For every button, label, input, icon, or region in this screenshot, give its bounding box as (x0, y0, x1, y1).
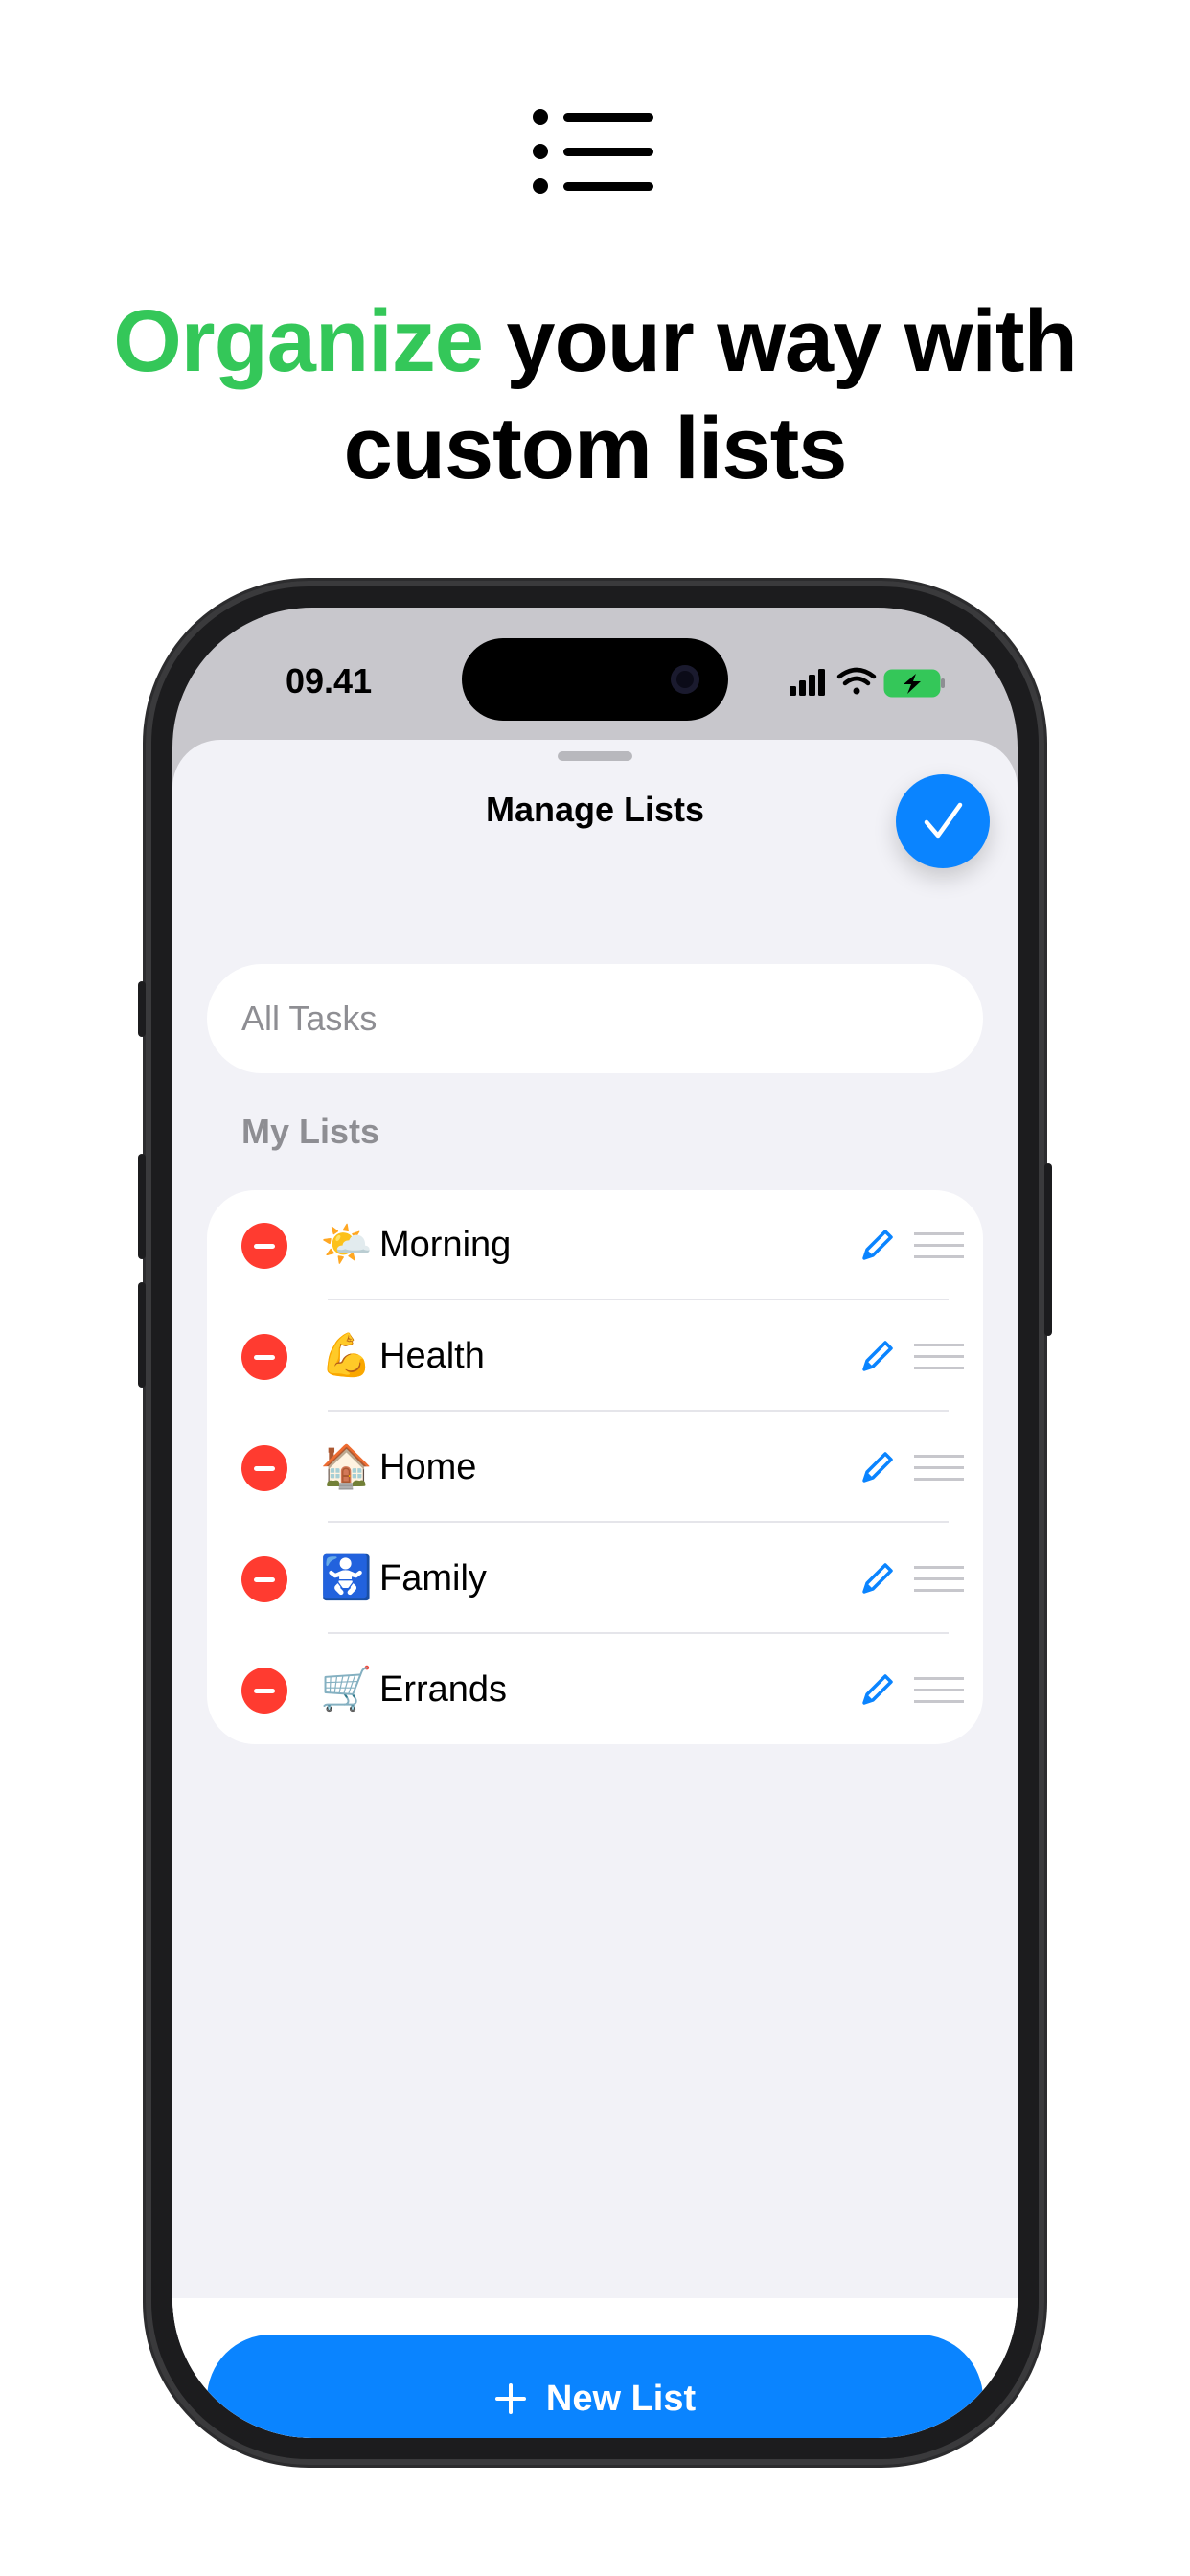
cellular-signal-icon (790, 669, 825, 696)
all-tasks-row[interactable]: All Tasks (207, 964, 983, 1073)
list-name: Health (379, 1336, 485, 1376)
dynamic-island (462, 638, 728, 721)
list-name: Errands (379, 1669, 508, 1710)
list-emoji: 🏠 (320, 1443, 373, 1490)
minus-icon (254, 1243, 275, 1249)
headline-line1: your way with (482, 292, 1077, 390)
minus-icon (254, 1688, 275, 1693)
pencil-icon[interactable] (858, 1226, 897, 1264)
drag-handle-icon[interactable] (914, 1677, 964, 1704)
delete-button[interactable] (241, 1556, 287, 1602)
done-button[interactable] (896, 774, 990, 868)
list-emoji: 🌤️ (320, 1221, 373, 1268)
delete-button[interactable] (241, 1445, 287, 1491)
phone-frame: 09.41 Manage Lists All Tasks My Lists 🌤️… (138, 581, 1052, 2465)
drag-handle-icon[interactable] (914, 1566, 964, 1593)
headline: Organize your way with custom lists (0, 288, 1190, 502)
battery-charging-icon (883, 669, 945, 698)
section-label-my-lists: My Lists (241, 1112, 380, 1151)
checkmark-icon (924, 802, 963, 839)
row-divider (328, 1632, 949, 1634)
minus-icon (254, 1576, 275, 1582)
delete-button[interactable] (241, 1334, 287, 1380)
pencil-icon[interactable] (858, 1337, 897, 1375)
delete-button[interactable] (241, 1668, 287, 1714)
phone-screen: 09.41 Manage Lists All Tasks My Lists 🌤️… (172, 608, 1018, 2438)
sheet-grabber[interactable] (558, 751, 632, 761)
my-lists-card: 🌤️ Morning 💪 Health 🏠 Home 🚼 Family 🛒 Er… (207, 1190, 983, 1744)
headline-accent: Organize (113, 292, 484, 390)
row-divider (328, 1410, 949, 1412)
pencil-icon[interactable] (858, 1559, 897, 1598)
pencil-icon[interactable] (858, 1448, 897, 1486)
action-button (138, 981, 146, 1037)
row-divider (328, 1299, 949, 1300)
volume-down-button (138, 1282, 146, 1388)
sheet-title: Manage Lists (485, 790, 705, 829)
plus-icon (494, 2383, 526, 2414)
all-tasks-label: All Tasks (241, 999, 378, 1038)
status-icons (790, 667, 945, 698)
new-list-button[interactable]: New List (207, 2334, 983, 2438)
power-button (1044, 1163, 1052, 1336)
list-name: Morning (379, 1225, 512, 1265)
manage-lists-sheet: Manage Lists All Tasks My Lists 🌤️ Morni… (172, 740, 1018, 2438)
list-emoji: 🛒 (320, 1666, 373, 1713)
delete-button[interactable] (241, 1223, 287, 1269)
row-divider (328, 1521, 949, 1523)
bottom-action-area: New List (172, 2298, 1018, 2438)
new-list-label: New List (545, 2378, 697, 2419)
list-emoji: 💪 (320, 1332, 373, 1379)
list-bullet-icon (533, 109, 653, 194)
list-row-errands[interactable]: 🛒 Errands (207, 1635, 983, 1744)
list-row-family[interactable]: 🚼 Family (207, 1524, 983, 1634)
status-time: 09.41 (286, 661, 373, 701)
wifi-icon (836, 667, 877, 695)
list-row-home[interactable]: 🏠 Home (207, 1413, 983, 1523)
list-name: Home (379, 1447, 477, 1487)
camera-icon (671, 665, 699, 694)
drag-handle-icon[interactable] (914, 1232, 964, 1259)
list-row-morning[interactable]: 🌤️ Morning (207, 1190, 983, 1300)
drag-handle-icon[interactable] (914, 1344, 964, 1370)
minus-icon (254, 1354, 275, 1360)
volume-up-button (138, 1154, 146, 1259)
list-name: Family (379, 1558, 487, 1598)
list-row-health[interactable]: 💪 Health (207, 1301, 983, 1412)
pencil-icon[interactable] (858, 1670, 897, 1709)
minus-icon (254, 1465, 275, 1471)
list-emoji: 🚼 (320, 1554, 373, 1601)
headline-line2: custom lists (343, 400, 848, 497)
drag-handle-icon[interactable] (914, 1455, 964, 1482)
